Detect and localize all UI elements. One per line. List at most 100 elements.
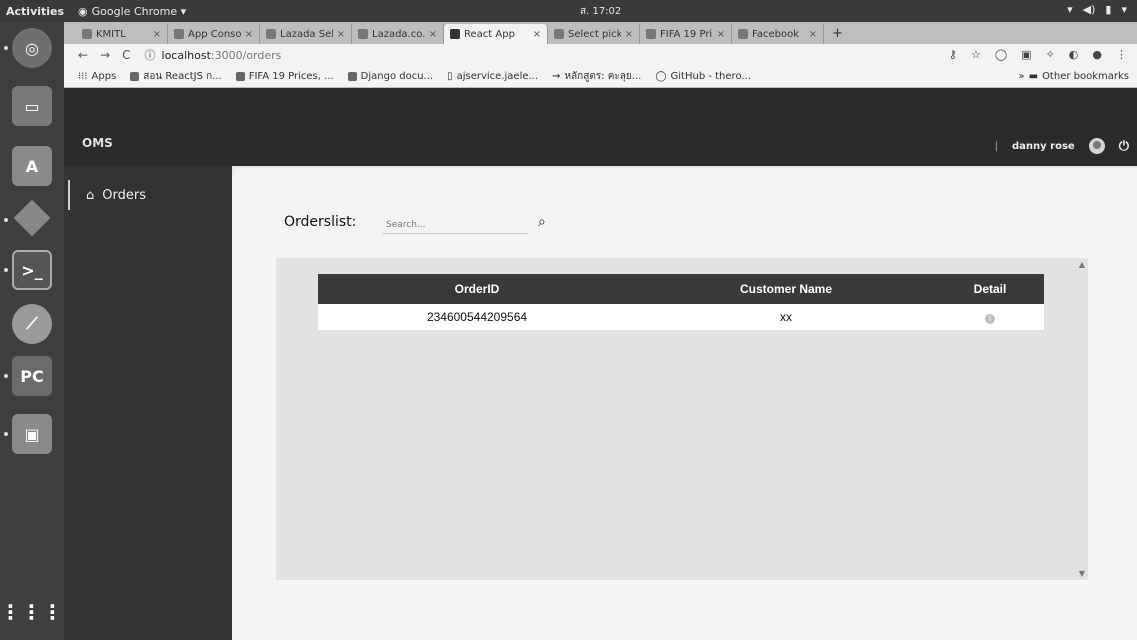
other-bookmarks[interactable]: » ▬ Other bookmarks (1018, 71, 1129, 82)
bookmark-item[interactable]: Django docu... (347, 71, 434, 82)
sidebar-item-label: Orders (102, 187, 146, 203)
activities-button[interactable]: Activities (6, 5, 64, 18)
tab-select-picker[interactable]: Select pick × (548, 24, 640, 44)
other-bookmarks-label: Other bookmarks (1042, 71, 1129, 82)
search-icon[interactable]: ⌕ (538, 214, 546, 230)
tab-label: React App (464, 28, 515, 40)
search-input[interactable] (382, 216, 528, 234)
chrome-launcher-icon[interactable]: ◎ (12, 28, 52, 68)
bookmark-label: GitHub - thero... (670, 71, 751, 82)
tab-react-app[interactable]: React App × (444, 24, 548, 44)
folder-icon: ▬ (1028, 71, 1039, 82)
bookmark-label: หลักสูตร: คะลุย... (564, 71, 642, 82)
bookmark-favicon-icon (130, 72, 140, 81)
divider: | (994, 140, 999, 152)
bookmark-label: ajservice.jaele... (456, 71, 539, 82)
home-icon: ⌂ (86, 187, 95, 203)
terminal-icon[interactable]: >_ (12, 250, 52, 290)
running-indicator (4, 374, 8, 378)
column-header-detail[interactable]: Detail (936, 274, 1044, 304)
tab-facebook[interactable]: Facebook × (732, 24, 824, 44)
power-icon[interactable]: ⏻ (1119, 139, 1129, 154)
close-tab-icon[interactable]: × (429, 29, 437, 40)
extension-icon[interactable]: ▣ (1021, 48, 1031, 61)
close-tab-icon[interactable]: × (153, 29, 161, 40)
info-icon[interactable]: i (985, 314, 995, 324)
launcher-dock: ◎ ▭ A >_ ⟋ PC ▣ ⋮⋮⋮ (0, 22, 64, 640)
app-menu[interactable]: ◉ Google Chrome ▾ (78, 5, 186, 18)
table-row[interactable]: 234600544209564 xx i (318, 304, 1044, 330)
running-indicator (4, 218, 8, 222)
new-tab-button[interactable]: + (832, 24, 843, 44)
tab-label: FIFA 19 Pri (660, 28, 713, 40)
tab-fifa-prices[interactable]: FIFA 19 Pri × (640, 24, 732, 44)
tab-lazada[interactable]: Lazada.co. × (352, 24, 444, 44)
favicon-icon (646, 29, 656, 39)
user-name[interactable]: danny rose (1012, 141, 1075, 152)
profile-icon[interactable]: ● (1092, 48, 1102, 61)
close-tab-icon[interactable]: × (337, 29, 345, 40)
bookmark-item[interactable]: FIFA 19 Prices, ... (235, 71, 334, 82)
bookmark-label: Apps (91, 71, 117, 82)
compass-icon[interactable]: ⟋ (12, 304, 52, 344)
back-icon[interactable]: ← (78, 48, 88, 62)
bookmark-apps[interactable]: ⁝⁝⁝ Apps (78, 71, 116, 82)
favicon-icon (266, 29, 276, 39)
link-icon: ⇝ (552, 71, 561, 82)
running-indicator (4, 432, 8, 436)
bookmark-item[interactable]: สอน ReactJS ก... (130, 69, 222, 84)
tab-app-console[interactable]: App Conso × (168, 24, 260, 44)
scroll-down-icon[interactable]: ▼ (1079, 569, 1085, 578)
viewer-icon[interactable]: ▣ (12, 414, 52, 454)
extension-icon[interactable]: ✧ (1046, 48, 1055, 61)
software-center-icon[interactable]: A (12, 146, 52, 186)
brand-title[interactable]: OMS (82, 136, 113, 150)
apps-grid-icon: ⁝⁝⁝ (78, 71, 88, 82)
detail-cell: i (936, 304, 1044, 330)
url-host: localhost (161, 48, 211, 62)
app-header: OMS | danny rose ⏻ (64, 88, 1137, 166)
user-area: | danny rose ⏻ (995, 138, 1129, 154)
system-menu-icon: ▾ (1121, 3, 1127, 16)
bookmark-item[interactable]: ⇝ หลักสูตร: คะลุย... (552, 69, 641, 84)
sidebar-item-orders[interactable]: ⌂ Orders (68, 180, 232, 210)
show-apps-grid-icon[interactable]: ⋮⋮⋮ (1, 592, 63, 632)
close-tab-icon[interactable]: × (809, 29, 817, 40)
extension-icon[interactable]: ◐ (1069, 48, 1079, 61)
favicon-icon (358, 29, 368, 39)
files-launcher-icon[interactable]: ▭ (12, 86, 52, 126)
tab-label: Facebook (752, 28, 799, 40)
tab-lazada-seller[interactable]: Lazada Sell × (260, 24, 352, 44)
clock[interactable]: ส. 17:02 (580, 4, 621, 19)
volume-icon: ◀) (1082, 3, 1096, 16)
forward-icon[interactable]: → (100, 48, 110, 62)
tab-kmitl[interactable]: KMITL × (76, 24, 168, 44)
system-indicators[interactable]: ▾ ◀) ▮ ▾ (1067, 3, 1127, 16)
bookmark-label: Django docu... (360, 71, 434, 82)
extension-icon[interactable]: ◯ (995, 48, 1007, 61)
web-app: OMS | danny rose ⏻ ⌂ Orders Orderslist: … (64, 88, 1137, 640)
chevron-right-icon: » (1018, 71, 1025, 82)
pycharm-icon[interactable]: PC (12, 356, 52, 396)
app-menu-label: Google Chrome ▾ (91, 4, 187, 18)
key-icon[interactable]: ⚷ (949, 48, 957, 61)
bookmark-favicon-icon (347, 72, 357, 81)
column-header-customer-name[interactable]: Customer Name (636, 274, 936, 304)
menu-icon[interactable]: ⋮ (1116, 48, 1127, 61)
scroll-up-icon[interactable]: ▲ (1079, 260, 1085, 269)
close-tab-icon[interactable]: × (625, 29, 633, 40)
bookmark-star-icon[interactable]: ☆ (971, 48, 981, 61)
reload-icon[interactable]: C (122, 48, 130, 62)
bookmark-item[interactable]: ◯ GitHub - thero... (655, 71, 751, 82)
info-icon[interactable]: ⓘ (145, 47, 156, 63)
close-tab-icon[interactable]: × (533, 29, 541, 40)
close-tab-icon[interactable]: × (717, 29, 725, 40)
column-header-order-id[interactable]: OrderID (318, 274, 636, 304)
close-tab-icon[interactable]: × (245, 29, 253, 40)
page-title: Orderslist: (284, 214, 357, 230)
main-content: Orderslist: ⌕ ▲ OrderID Customer Name De… (232, 168, 1137, 640)
bookmark-item[interactable]: ▯ ajservice.jaele... (447, 71, 538, 82)
sublime-launcher-icon[interactable] (12, 198, 52, 238)
avatar[interactable] (1088, 138, 1105, 154)
address-bar[interactable]: ⓘ localhost:3000/orders (145, 47, 282, 63)
